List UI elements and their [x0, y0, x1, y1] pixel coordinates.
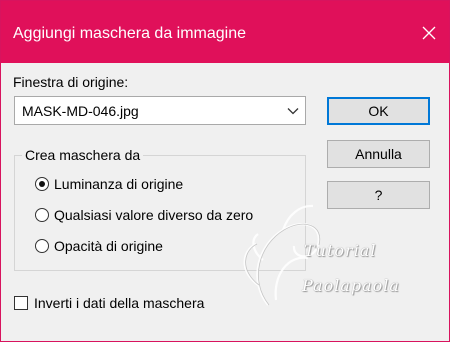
watermark-text-line1: Tutorial — [304, 241, 377, 260]
radio-label: Luminanza di origine — [54, 176, 184, 192]
source-window-select[interactable]: MASK-MD-046.jpg — [14, 96, 306, 125]
source-window-value: MASK-MD-046.jpg — [22, 103, 139, 119]
ok-button[interactable]: OK — [327, 97, 430, 125]
radio-label: Opacità di origine — [54, 238, 163, 254]
radio-any-non-zero[interactable]: Qualsiasi valore diverso da zero — [35, 205, 253, 225]
close-button[interactable] — [409, 15, 449, 51]
radio-source-opacity[interactable]: Opacità di origine — [35, 236, 163, 256]
help-button[interactable]: ? — [327, 181, 430, 209]
invert-mask-checkbox[interactable] — [14, 296, 28, 310]
mask-source-group-title: Crea maschera da — [22, 146, 144, 164]
close-icon — [422, 26, 436, 40]
dialog-title: Aggiungi maschera da immagine — [13, 25, 247, 42]
radio-label: Qualsiasi valore diverso da zero — [54, 207, 254, 223]
source-window-label: Finestra di origine: — [13, 74, 129, 90]
radio-button[interactable] — [35, 208, 49, 222]
cancel-button[interactable]: Annulla — [327, 140, 430, 168]
radio-button[interactable] — [35, 177, 49, 191]
radio-button[interactable] — [35, 239, 49, 253]
title-bar: Aggiungi maschera da immagine — [1, 1, 449, 63]
invert-mask-checkbox-row[interactable]: Inverti i dati della maschera — [14, 293, 204, 313]
radio-source-luminance[interactable]: Luminanza di origine — [35, 174, 183, 194]
invert-mask-label: Inverti i dati della maschera — [34, 295, 205, 311]
watermark-text-line2: Paolapaola — [302, 276, 400, 295]
chevron-down-icon — [287, 108, 299, 115]
